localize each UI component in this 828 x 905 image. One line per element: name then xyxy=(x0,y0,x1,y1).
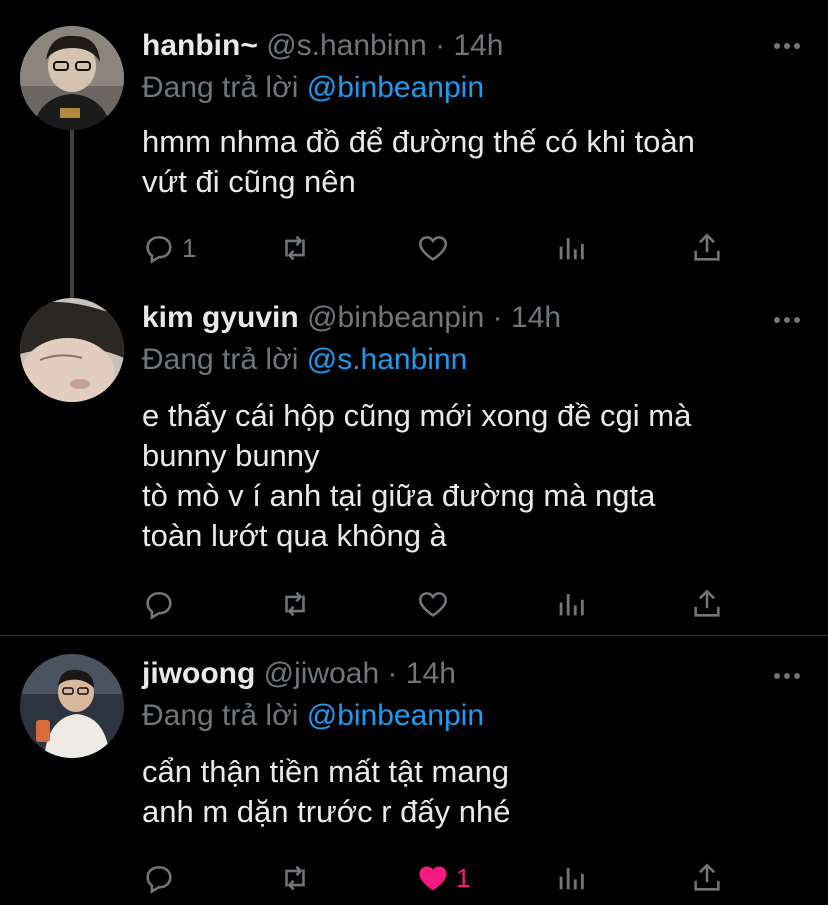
tweet-actions: 1 xyxy=(142,858,742,898)
retweet-button[interactable] xyxy=(278,858,312,898)
analytics-icon xyxy=(559,868,584,890)
share-icon xyxy=(694,863,720,891)
tweet-text-line: hmm nhma đồ để đường thế có khi toàn xyxy=(142,124,695,159)
display-name[interactable]: hanbin~ xyxy=(142,29,258,62)
reply-icon xyxy=(146,592,172,620)
replying-to-mention[interactable]: @binbeanpin xyxy=(307,699,484,732)
more-options-icon[interactable] xyxy=(774,316,800,324)
share-icon xyxy=(694,589,720,617)
retweet-icon xyxy=(285,591,305,617)
timestamp[interactable]: 14h xyxy=(511,301,561,334)
tweet-text-line: toàn lướt qua không à xyxy=(142,518,447,553)
heart-icon xyxy=(418,236,448,261)
username-handle[interactable]: @jiwoah xyxy=(264,657,380,690)
username-handle[interactable]: @s.hanbinn xyxy=(266,29,427,62)
reply-icon xyxy=(146,236,172,264)
share-button[interactable] xyxy=(690,858,724,898)
tweet-header: hanbin~ @s.hanbinn · 14h xyxy=(142,28,504,64)
analytics-icon xyxy=(559,238,584,260)
replying-to-label: Đang trả lời xyxy=(142,343,299,376)
tweet-header: jiwoong @jiwoah · 14h xyxy=(142,656,456,692)
tweet-text-line: tò mò v í anh tại giữa đường mà ngta xyxy=(142,478,656,513)
timestamp[interactable]: 14h xyxy=(453,29,503,62)
tweet-text-line: cẩn thận tiền mất tật mang xyxy=(142,754,510,789)
display-name[interactable]: jiwoong xyxy=(142,657,255,690)
replying-to: Đang trả lời @binbeanpin xyxy=(142,698,484,734)
like-button[interactable]: 1 xyxy=(416,858,470,898)
share-button[interactable] xyxy=(690,228,724,268)
tweet-actions: 1 xyxy=(142,228,742,268)
thread-line xyxy=(70,130,74,300)
tweet-text: cẩn thận tiền mất tật mang anh m dặn trư… xyxy=(142,752,802,832)
analytics-icon xyxy=(559,594,584,616)
avatar[interactable] xyxy=(20,26,124,130)
like-button[interactable] xyxy=(416,584,450,624)
share-icon xyxy=(694,233,720,261)
reply-button[interactable]: 1 xyxy=(142,228,196,268)
tweet-header: kim gyuvin @binbeanpin · 14h xyxy=(142,300,561,336)
replying-to: Đang trả lời @s.hanbinn xyxy=(142,342,467,378)
avatar[interactable] xyxy=(20,298,124,402)
tweet-hanbin[interactable]: hanbin~ @s.hanbinn · 14h Đang trả lời @b… xyxy=(0,0,828,300)
username-handle[interactable]: @binbeanpin xyxy=(307,301,484,334)
replying-to: Đang trả lời @binbeanpin xyxy=(142,70,484,106)
reply-icon xyxy=(146,866,172,894)
retweet-button[interactable] xyxy=(278,228,312,268)
replying-to-mention[interactable]: @binbeanpin xyxy=(307,71,484,104)
retweet-icon xyxy=(285,865,305,891)
analytics-button[interactable] xyxy=(554,858,588,898)
display-name[interactable]: kim gyuvin xyxy=(142,301,299,334)
analytics-button[interactable] xyxy=(554,584,588,624)
share-button[interactable] xyxy=(690,584,724,624)
more-options-icon[interactable] xyxy=(774,42,800,50)
tweet-text-line: vứt đi cũng nên xyxy=(142,164,356,199)
separator-dot: · xyxy=(435,29,446,62)
reply-count: 1 xyxy=(182,232,197,263)
analytics-button[interactable] xyxy=(554,228,588,268)
tweet-kim-gyuvin[interactable]: kim gyuvin @binbeanpin · 14h Đang trả lờ… xyxy=(0,290,828,635)
tweet-text-line: bunny bunny xyxy=(142,438,320,473)
like-button[interactable] xyxy=(416,228,450,268)
heart-icon xyxy=(418,592,448,617)
separator-dot: · xyxy=(387,657,398,690)
tweet-text-line: e thấy cái hộp cũng mới xong đề cgi mà xyxy=(142,398,692,433)
tweet-text: e thấy cái hộp cũng mới xong đề cgi mà b… xyxy=(142,396,802,556)
tweet-jiwoong[interactable]: jiwoong @jiwoah · 14h Đang trả lời @binb… xyxy=(0,636,828,905)
retweet-button[interactable] xyxy=(278,584,312,624)
replying-to-mention[interactable]: @s.hanbinn xyxy=(307,343,468,376)
tweet-actions xyxy=(142,584,742,624)
like-count: 1 xyxy=(456,862,471,893)
heart-filled-icon xyxy=(419,866,447,891)
tweet-text: hmm nhma đồ để đường thế có khi toàn vứt… xyxy=(142,122,802,202)
timestamp[interactable]: 14h xyxy=(406,657,456,690)
avatar[interactable] xyxy=(20,654,124,758)
reply-button[interactable] xyxy=(142,858,182,898)
separator-dot: · xyxy=(492,301,503,334)
reply-button[interactable] xyxy=(142,584,182,624)
retweet-icon xyxy=(285,235,305,261)
more-options-icon[interactable] xyxy=(774,672,800,680)
replying-to-label: Đang trả lời xyxy=(142,699,299,732)
replying-to-label: Đang trả lời xyxy=(142,71,299,104)
tweet-text-line: anh m dặn trước r đấy nhé xyxy=(142,794,511,829)
